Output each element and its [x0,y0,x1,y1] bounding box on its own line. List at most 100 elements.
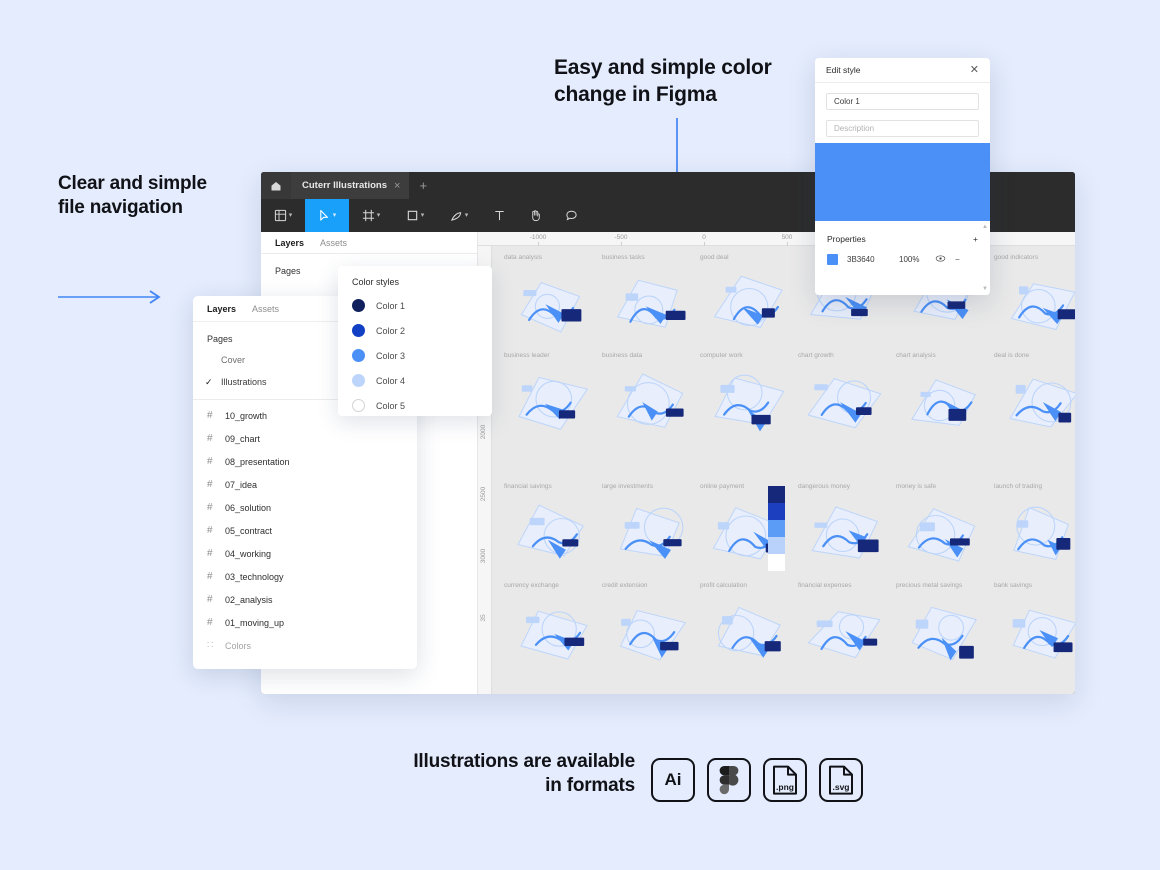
palette-swatch-5[interactable] [768,554,785,571]
color-style-item[interactable]: Color 1 [338,293,492,318]
artboard-thumbnail[interactable] [896,592,992,667]
ai-format-badge[interactable]: Ai [651,758,695,802]
color-style-item[interactable]: Color 2 [338,318,492,343]
close-icon[interactable]: ✕ [970,65,979,76]
file-tab[interactable]: Cuterr Illustrations × [291,172,409,199]
layer-item[interactable]: #09_chart [193,427,417,450]
tab-assets[interactable]: Assets [252,304,279,314]
color-swatch[interactable] [352,324,365,337]
artboard-thumbnail[interactable] [504,264,600,339]
layer-item[interactable]: ∷Colors [193,634,417,657]
shape-tool[interactable]: ▾ [393,199,437,232]
scroll-up-icon[interactable]: ▲ [982,224,988,230]
color-swatch[interactable] [352,299,365,312]
artboard-thumbnail[interactable] [798,362,894,437]
artboard[interactable]: good indicators [994,254,1075,339]
artboard[interactable]: business leader [504,352,600,437]
color-swatch[interactable] [352,399,365,412]
property-swatch[interactable] [827,254,838,265]
artboard-label[interactable]: business leader [504,352,600,359]
layer-item[interactable]: #01_moving_up [193,611,417,634]
artboard-thumbnail[interactable] [994,362,1075,437]
remove-icon[interactable]: − [955,255,960,264]
layer-item[interactable]: #03_technology [193,565,417,588]
artboard-thumbnail[interactable] [504,592,600,667]
artboard-label[interactable]: money is safe [896,483,992,490]
artboard-label[interactable]: large investments [602,483,698,490]
color-swatch[interactable] [352,349,365,362]
artboard-label[interactable]: financial savings [504,483,600,490]
artboard-thumbnail[interactable] [602,264,698,339]
pen-tool[interactable]: ▾ [437,199,481,232]
eye-icon[interactable] [935,253,946,266]
artboard-thumbnail[interactable] [602,592,698,667]
layer-item[interactable]: #02_analysis [193,588,417,611]
artboard[interactable]: financial savings [504,483,600,568]
artboard-label[interactable]: computer work [700,352,796,359]
property-opacity[interactable]: 100% [899,255,935,264]
color-style-item[interactable]: Color 4 [338,368,492,393]
artboard-thumbnail[interactable] [994,264,1075,339]
artboard-thumbnail[interactable] [994,493,1075,568]
artboard[interactable]: bank savings [994,582,1075,667]
artboard-label[interactable]: currency exchange [504,582,600,589]
artboard-label[interactable]: dangerous money [798,483,894,490]
artboard-thumbnail[interactable] [700,264,796,339]
style-description-input[interactable]: Description [826,120,979,137]
color-style-item[interactable]: Color 3 [338,343,492,368]
artboard-label[interactable]: data analysis [504,254,600,261]
close-icon[interactable]: × [394,180,400,192]
artboard-label[interactable]: precious metal savings [896,582,992,589]
artboard[interactable]: credit extension [602,582,698,667]
layer-item[interactable]: #04_working [193,542,417,565]
artboard[interactable]: business data [602,352,698,437]
png-format-badge[interactable]: .png [763,758,807,802]
artboard-label[interactable]: business tasks [602,254,698,261]
layer-item[interactable]: #05_contract [193,519,417,542]
artboard-label[interactable]: financial expenses [798,582,894,589]
artboard[interactable]: deal is done [994,352,1075,437]
hand-tool[interactable] [517,199,553,232]
artboard-thumbnail[interactable] [504,362,600,437]
artboard-thumbnail[interactable] [602,493,698,568]
artboard[interactable]: launch of trading [994,483,1075,568]
tab-assets[interactable]: Assets [320,238,347,248]
add-icon[interactable]: + [973,234,978,244]
artboard-thumbnail[interactable] [798,592,894,667]
artboard-label[interactable]: profit calculation [700,582,796,589]
scroll-down-icon[interactable]: ▼ [982,286,988,292]
artboard[interactable]: computer work [700,352,796,437]
artboard[interactable]: data analysis [504,254,600,339]
layer-item[interactable]: #08_presentation [193,450,417,473]
artboard-label[interactable]: chart growth [798,352,894,359]
layer-item[interactable]: #07_idea [193,473,417,496]
properties-scrollbar[interactable]: ▲ ▼ [982,224,988,292]
artboard-thumbnail[interactable] [700,592,796,667]
artboard[interactable]: good deal [700,254,796,339]
artboard-thumbnail[interactable] [994,592,1075,667]
artboard[interactable]: money is safe [896,483,992,568]
artboard-label[interactable]: chart analysis [896,352,992,359]
artboard[interactable]: profit calculation [700,582,796,667]
artboard-label[interactable]: credit extension [602,582,698,589]
artboard-label[interactable]: launch of trading [994,483,1075,490]
artboard[interactable]: financial expenses [798,582,894,667]
artboard[interactable]: currency exchange [504,582,600,667]
tab-layers[interactable]: Layers [207,304,236,314]
home-icon[interactable] [261,172,291,199]
artboard-thumbnail[interactable] [504,493,600,568]
move-tool[interactable]: ▾ [305,199,349,232]
artboard[interactable]: dangerous money [798,483,894,568]
artboard-label[interactable]: deal is done [994,352,1075,359]
artboard[interactable]: business tasks [602,254,698,339]
artboard-label[interactable]: bank savings [994,582,1075,589]
comment-tool[interactable] [553,199,589,232]
artboard-thumbnail[interactable] [700,362,796,437]
color-style-item[interactable]: Color 5 [338,393,492,418]
style-color-preview[interactable] [815,143,990,221]
artboard[interactable]: large investments [602,483,698,568]
artboard[interactable]: precious metal savings [896,582,992,667]
new-tab-button[interactable]: + [409,172,437,199]
artboard[interactable]: chart growth [798,352,894,437]
palette-swatch-3[interactable] [768,520,785,537]
